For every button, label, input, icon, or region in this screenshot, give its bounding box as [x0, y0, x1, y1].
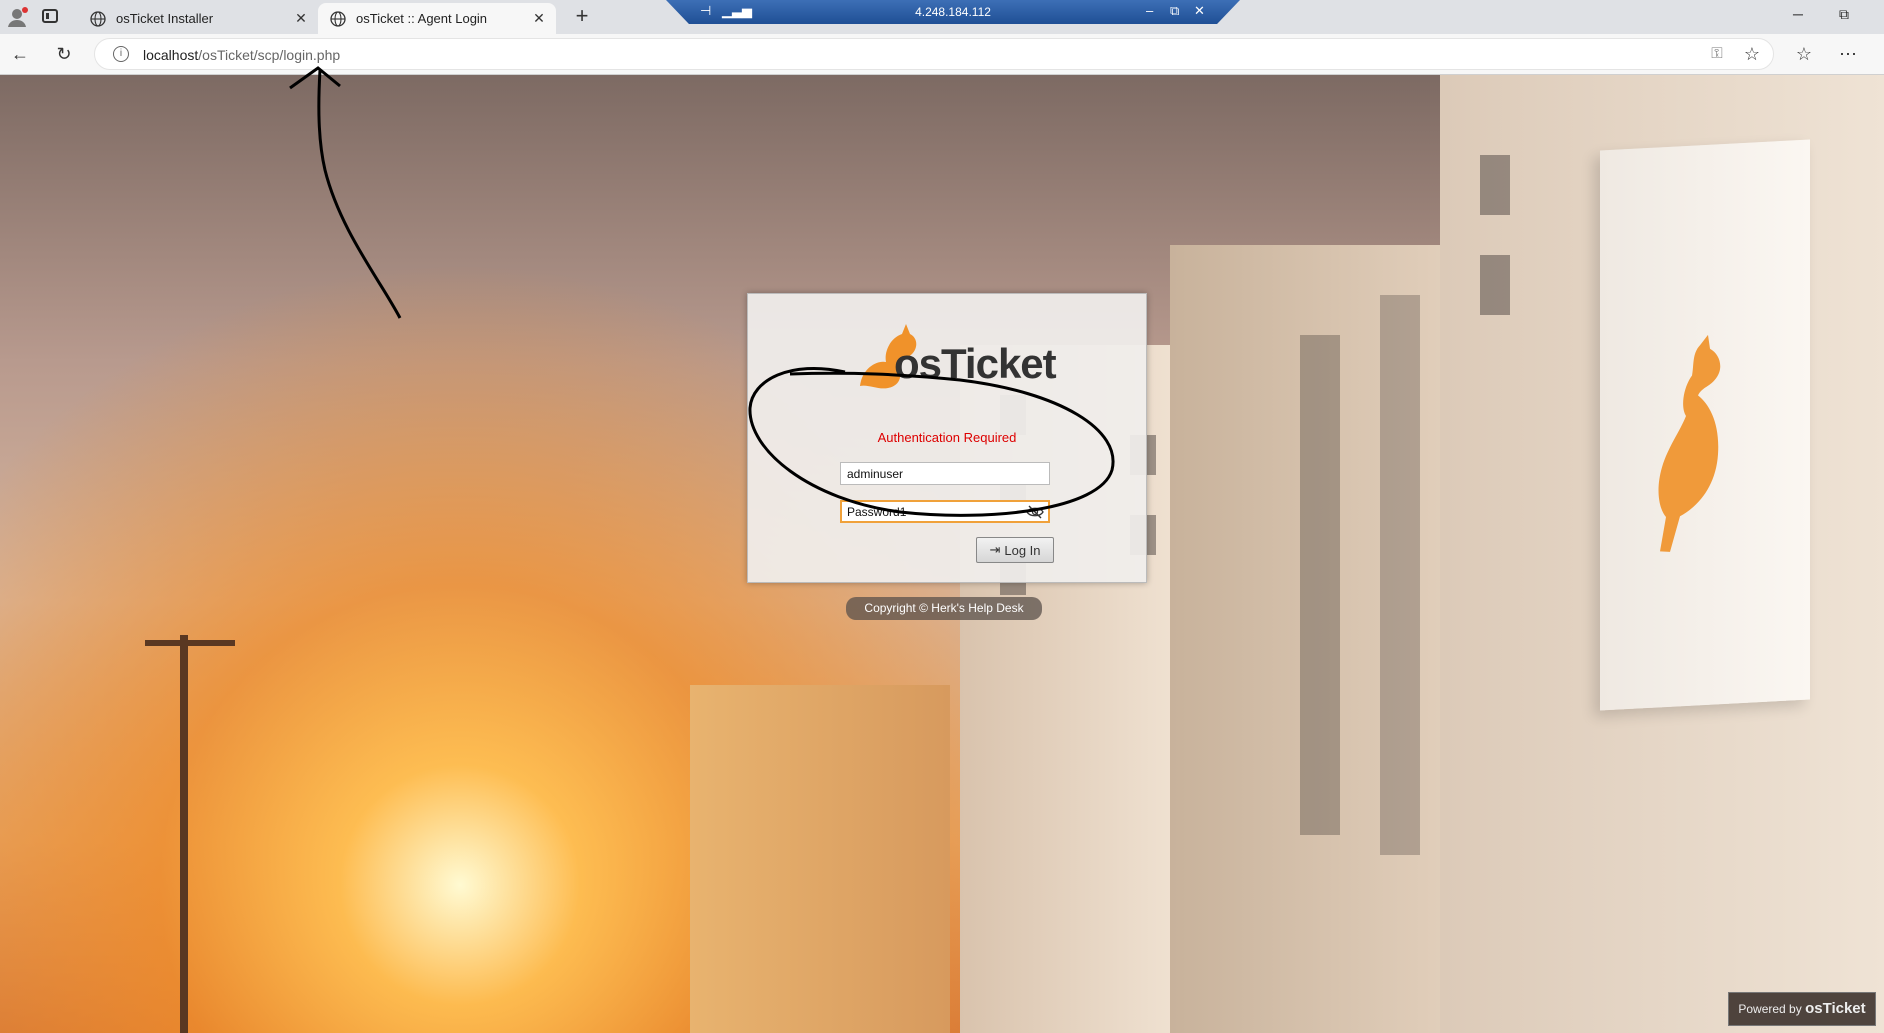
info-icon[interactable]: i	[113, 46, 129, 62]
tab-osticket-installer[interactable]: osTicket Installer ✕	[78, 3, 318, 34]
powered-by-badge[interactable]: Powered by osTicket	[1728, 992, 1876, 1026]
globe-icon	[330, 10, 346, 27]
tab-strip: osTicket Installer ✕ osTicket :: Agent L…	[0, 0, 1884, 34]
background-building	[690, 685, 950, 1033]
window-minimize-icon[interactable]: ─	[1778, 6, 1818, 22]
login-icon: ⇥	[989, 542, 1001, 557]
new-tab-icon[interactable]: +	[570, 4, 594, 28]
globe-icon	[90, 10, 106, 27]
minimize-icon[interactable]: –	[1146, 3, 1153, 18]
refresh-icon[interactable]: ↻	[52, 42, 76, 66]
key-icon[interactable]: ⚿	[1705, 42, 1729, 66]
street-pole	[145, 640, 235, 646]
remote-ip: 4.248.184.112	[915, 5, 991, 19]
login-button[interactable]: ⇥ Log In	[976, 537, 1054, 563]
login-button-label: Log In	[1004, 542, 1041, 558]
address-bar-row: ← ↻ i localhost/osTicket/scp/login.php ⚿…	[0, 34, 1884, 75]
logo-text: osTicket	[894, 340, 1057, 387]
tab-title: osTicket Installer	[116, 11, 214, 26]
copyright-text: Copyright © Herk's Help Desk	[846, 597, 1042, 620]
address-bar[interactable]: i localhost/osTicket/scp/login.php ⚿ ☆	[94, 38, 1774, 70]
kangaroo-banner	[1600, 139, 1810, 711]
tab-title: osTicket :: Agent Login	[356, 11, 488, 26]
tab-actions-icon[interactable]	[42, 9, 58, 23]
profile-icon[interactable]	[6, 6, 28, 28]
powered-by-brand: osTicket	[1805, 1000, 1866, 1017]
eye-slash-icon[interactable]	[1026, 505, 1044, 519]
favorites-icon[interactable]: ☆	[1792, 42, 1816, 66]
more-icon[interactable]: ⋯	[1836, 42, 1860, 66]
close-icon[interactable]: ✕	[530, 9, 548, 27]
url-text[interactable]: localhost/osTicket/scp/login.php	[143, 47, 340, 63]
username-field[interactable]	[840, 462, 1050, 485]
window-restore-icon[interactable]: ⧉	[1824, 6, 1864, 23]
remote-desktop-bar: ⊣ ▁▃▅ 4.248.184.112 – ⧉ ✕	[666, 0, 1240, 24]
close-icon[interactable]: ✕	[292, 9, 310, 27]
kangaroo-logo	[1658, 334, 1721, 552]
password-field[interactable]	[840, 500, 1050, 523]
back-icon[interactable]: ←	[8, 42, 32, 66]
tab-agent-login[interactable]: osTicket :: Agent Login ✕	[318, 3, 556, 34]
auth-required-message: Authentication Required	[877, 430, 1017, 445]
login-box: osTicket Authentication Required ⇥ Log I…	[747, 293, 1147, 583]
star-icon[interactable]: ☆	[1740, 42, 1764, 66]
restore-icon[interactable]: ⧉	[1170, 3, 1179, 19]
powered-by-label: Powered by	[1738, 1002, 1802, 1016]
close-icon[interactable]: ✕	[1194, 3, 1205, 19]
login-page-background: osTicket Authentication Required ⇥ Log I…	[0, 75, 1884, 1033]
street-pole	[180, 635, 188, 1033]
